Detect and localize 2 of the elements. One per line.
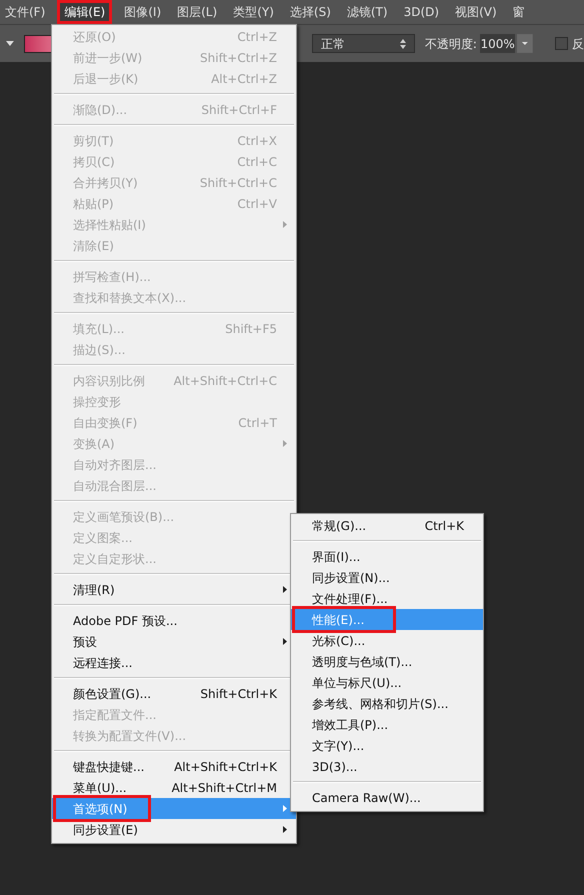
- opacity-label: 不透明度:: [424, 36, 477, 52]
- checkbox-label: 反: [572, 36, 584, 52]
